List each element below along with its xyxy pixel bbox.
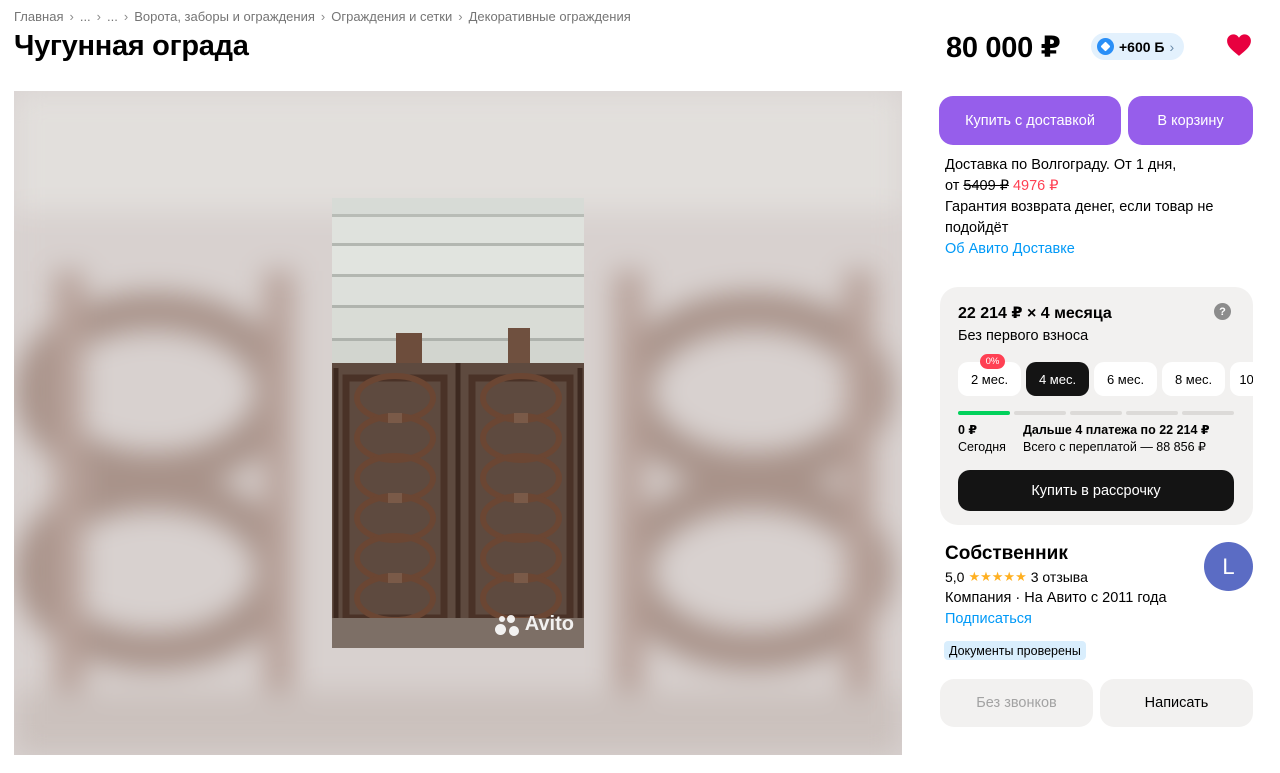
payment-segment bbox=[1126, 411, 1178, 415]
term-option-4[interactable]: 4 мес. bbox=[1026, 362, 1089, 396]
delivery-price-line: от 5409 ₽ 4976 ₽ bbox=[945, 176, 1245, 197]
breadcrumb-separator: › bbox=[123, 9, 129, 24]
avatar[interactable]: L bbox=[1204, 542, 1253, 591]
heart-icon[interactable] bbox=[1226, 33, 1252, 57]
next-payments: Дальше 4 платежа по 22 214 ₽ bbox=[1023, 423, 1210, 437]
documents-verified-badge: Документы проверены bbox=[944, 641, 1086, 660]
term-option-10[interactable]: 10 мес. bbox=[1230, 362, 1253, 396]
chevron-right-icon: › bbox=[1169, 38, 1175, 55]
delivery-from: от bbox=[945, 178, 960, 194]
payment-next: Дальше 4 платежа по 22 214 ₽ Всего с пер… bbox=[1023, 422, 1210, 456]
image-gallery[interactable]: Avito bbox=[14, 91, 902, 755]
about-delivery-link[interactable]: Об Авито Доставке bbox=[945, 239, 1245, 260]
question-icon[interactable]: ? bbox=[1214, 303, 1231, 320]
installment-term-selector: 2 мес. 4 мес. 6 мес. 8 мес. 10 мес. bbox=[958, 362, 1253, 398]
breadcrumb-item-decorative[interactable]: Декоративные ограждения bbox=[469, 9, 631, 24]
breadcrumb-item-collapsed[interactable]: ... bbox=[80, 9, 91, 24]
payment-today: 0 ₽ Сегодня bbox=[958, 422, 1006, 456]
installment-card: 22 214 ₽ × 4 месяца ? Без первого взноса… bbox=[940, 287, 1253, 525]
breadcrumb-item-fencing-nets[interactable]: Ограждения и сетки bbox=[331, 9, 452, 24]
payment-schedule-bar bbox=[958, 411, 1234, 415]
breadcrumb-item-gates-fences[interactable]: Ворота, заборы и ограждения bbox=[134, 9, 315, 24]
page-title: Чугунная ограда bbox=[14, 30, 249, 62]
reviews-link[interactable]: 3 отзыва bbox=[1031, 569, 1088, 585]
watermark-text: Avito bbox=[524, 613, 574, 635]
payment-segment bbox=[1014, 411, 1066, 415]
delivery-new-price: 4976 ₽ bbox=[1012, 178, 1059, 194]
rating-value: 5,0 bbox=[945, 569, 965, 585]
delivery-info: Доставка по Волгограду. От 1 дня, от 540… bbox=[945, 155, 1245, 260]
installment-title: 22 214 ₽ × 4 месяца bbox=[958, 305, 1112, 322]
total-with-overpayment: Всего с переплатой — 88 856 ₽ bbox=[1023, 440, 1206, 454]
payment-segment bbox=[958, 411, 1010, 415]
payment-segment bbox=[1182, 411, 1234, 415]
subscribe-link[interactable]: Подписаться bbox=[945, 611, 1032, 627]
breadcrumb-separator: › bbox=[458, 9, 463, 24]
buy-with-delivery-button[interactable]: Купить с доставкой bbox=[939, 96, 1121, 145]
seller-name[interactable]: Собственник bbox=[945, 543, 1068, 565]
buy-installment-button[interactable]: Купить в рассрочку bbox=[958, 470, 1234, 511]
today-label: Сегодня bbox=[958, 440, 1006, 454]
bonus-badge[interactable]: +600 Б › bbox=[1091, 33, 1185, 60]
breadcrumb-separator: › bbox=[69, 9, 74, 24]
avito-logo-icon bbox=[494, 614, 521, 636]
listing-photo[interactable]: Avito bbox=[332, 198, 584, 648]
money-back-guarantee: Гарантия возврата денег, если товар не п… bbox=[945, 199, 1214, 236]
installment-subtitle: Без первого взноса bbox=[958, 328, 1089, 344]
payment-segment bbox=[1070, 411, 1122, 415]
star-icon: ★★★★★ bbox=[968, 569, 1027, 584]
bonus-amount: +600 Б bbox=[1119, 38, 1165, 55]
no-calls-button[interactable]: Без звонков bbox=[940, 679, 1093, 727]
seller-info: Компания · На Авито с 2011 года bbox=[945, 590, 1167, 606]
avito-watermark: Avito bbox=[494, 613, 574, 636]
breadcrumb-separator: › bbox=[320, 9, 326, 24]
add-to-cart-button[interactable]: В корзину bbox=[1128, 96, 1253, 145]
write-message-button[interactable]: Написать bbox=[1100, 679, 1253, 727]
breadcrumb-separator: › bbox=[96, 9, 102, 24]
delivery-old-price: 5409 ₽ bbox=[963, 178, 1009, 194]
term-option-8[interactable]: 8 мес. bbox=[1162, 362, 1225, 396]
siding-wall bbox=[332, 198, 584, 371]
seller-rating: 5,0 ★★★★★ 3 отзыва bbox=[945, 569, 1088, 585]
breadcrumb-item-home[interactable]: Главная bbox=[14, 9, 63, 24]
breadcrumb: Главная › ... › ... › Ворота, заборы и о… bbox=[14, 9, 631, 24]
bonus-coin-icon bbox=[1097, 38, 1114, 55]
delivery-line: Доставка по Волгограду. От 1 дня, bbox=[945, 157, 1177, 173]
today-amount: 0 ₽ bbox=[958, 423, 978, 437]
cast-iron-fence-image bbox=[332, 198, 584, 648]
zero-percent-badge: 0% bbox=[980, 354, 1005, 369]
breadcrumb-item-collapsed[interactable]: ... bbox=[107, 9, 118, 24]
term-option-6[interactable]: 6 мес. bbox=[1094, 362, 1157, 396]
listing-price: 80 000 ₽ bbox=[946, 32, 1061, 64]
